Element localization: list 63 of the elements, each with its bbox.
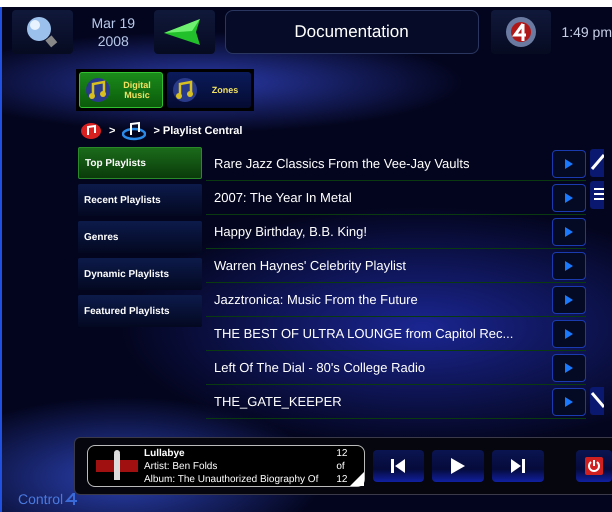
- breadcrumb-current: > Playlist Central: [153, 125, 242, 137]
- play-button[interactable]: [552, 388, 586, 416]
- play-button[interactable]: [552, 184, 586, 212]
- scroll-down-button[interactable]: [590, 387, 604, 415]
- play-button[interactable]: [552, 286, 586, 314]
- previous-icon: [391, 459, 406, 473]
- play-button[interactable]: [552, 252, 586, 280]
- play-icon: [451, 458, 466, 474]
- page-title: Documentation: [224, 10, 479, 54]
- play-icon: [565, 328, 573, 338]
- scroll-up-button[interactable]: [590, 149, 604, 177]
- sidebar-item[interactable]: Featured Playlists: [78, 295, 202, 327]
- year-text: 2008: [98, 32, 129, 50]
- playlist-name[interactable]: Warren Haynes' Celebrity Playlist: [214, 258, 406, 273]
- music-note-ring-icon[interactable]: [122, 121, 146, 141]
- play-icon: [565, 260, 573, 270]
- playlist-name[interactable]: Happy Birthday, B.B. King!: [214, 224, 367, 239]
- music-note-icon: [171, 77, 199, 103]
- play-icon: [565, 192, 573, 202]
- sidebar-item[interactable]: Top Playlists: [78, 147, 202, 179]
- track-total: 12: [336, 472, 348, 486]
- source-tab[interactable]: Zones: [167, 72, 251, 108]
- playlist-name[interactable]: Jazztronica: Music From the Future: [214, 292, 418, 307]
- track-number: 12: [336, 446, 348, 460]
- play-button[interactable]: [552, 354, 586, 382]
- play-button[interactable]: [552, 218, 586, 246]
- clock-time: 1:49 pm: [561, 24, 612, 40]
- previous-button[interactable]: [372, 450, 424, 482]
- page-corner-icon: [350, 472, 364, 486]
- power-button[interactable]: [576, 450, 612, 482]
- album-text: Album: The Unauthorized Biography Of: [144, 472, 320, 486]
- back-button[interactable]: [154, 10, 215, 54]
- sidebar-item[interactable]: Dynamic Playlists: [78, 258, 202, 290]
- breadcrumb-separator: >: [109, 125, 116, 137]
- play-icon: [565, 294, 573, 304]
- play-icon: [565, 158, 573, 168]
- playlist-name[interactable]: 2007: The Year In Metal: [214, 190, 352, 205]
- artist-text: Artist: Ben Folds: [144, 460, 218, 472]
- play-button[interactable]: [552, 150, 586, 178]
- now-playing-card[interactable]: Lullabye Artist: Ben Folds Album: The Unauthorized Biography Of 12 of 12: [87, 445, 364, 487]
- four-button[interactable]: [490, 10, 552, 54]
- playlist-name[interactable]: Left Of The Dial - 80's College Radio: [214, 360, 426, 375]
- date-text: Mar 19: [91, 14, 136, 32]
- music-note-icon: [84, 77, 112, 103]
- source-tab[interactable]: Digital Music: [79, 72, 163, 108]
- play-icon: [565, 226, 573, 236]
- music-home-icon[interactable]: [80, 122, 102, 140]
- list-button[interactable]: [590, 181, 604, 209]
- play-icon: [565, 396, 573, 406]
- next-icon: [511, 459, 526, 473]
- sidebar-item[interactable]: Genres: [78, 221, 202, 253]
- sidebar-item[interactable]: Recent Playlists: [78, 184, 202, 216]
- play-icon: [565, 362, 573, 372]
- brand-logo: Control: [18, 491, 64, 507]
- of-text: of: [336, 460, 346, 472]
- next-button[interactable]: [492, 450, 544, 482]
- power-icon: [585, 457, 604, 475]
- play-pause-button[interactable]: [432, 450, 484, 482]
- playlist-name[interactable]: Rare Jazz Classics From the Vee-Jay Vaults: [214, 156, 470, 171]
- playlist-name[interactable]: THE BEST OF ULTRA LOUNGE from Capitol Rec...: [214, 326, 514, 341]
- song-title: Lullabye: [144, 446, 186, 460]
- playlist-name[interactable]: THE_GATE_KEEPER: [214, 394, 342, 409]
- play-button[interactable]: [552, 320, 586, 348]
